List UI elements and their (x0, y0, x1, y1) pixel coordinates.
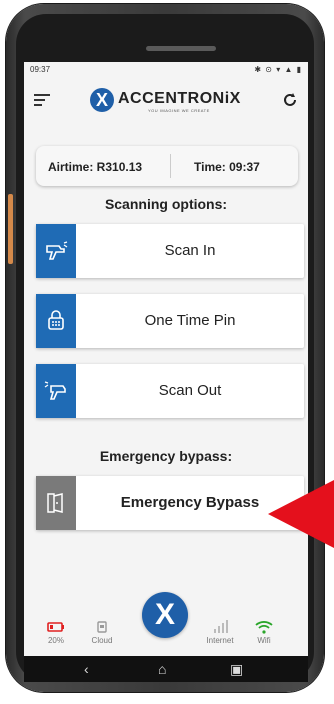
emergency-bypass-button[interactable]: Emergency Bypass (36, 476, 304, 530)
airtime-value: Airtime: R310.13 (48, 160, 143, 174)
wifi-label: Wifi (257, 636, 271, 645)
home-fab-button[interactable]: X (142, 592, 188, 638)
internet-label: Internet (206, 636, 234, 645)
brand-tagline: YOU IMAGINE WE CREATE (148, 108, 210, 113)
cloud-label: Cloud (91, 636, 113, 645)
scanner-out-icon (36, 364, 76, 418)
brand-name: ACCENTRONiX (118, 90, 241, 107)
scan-in-button[interactable]: Scan In (36, 224, 304, 278)
status-time: 09:37 (30, 65, 51, 74)
status-icons: ✱ ⊙ ▾ ▲ ▮ (254, 65, 302, 74)
system-nav-bar: ‹ ⌂ ▣ (24, 656, 308, 682)
keypad-lock-icon (36, 294, 76, 348)
recents-icon[interactable]: ▣ (230, 661, 243, 678)
scan-in-label: Scan In (164, 242, 216, 259)
battery-status: 20% (36, 620, 76, 645)
brand-logo: X ACCENTRONiX YOU IMAGINE WE CREATE (90, 88, 250, 114)
menu-icon[interactable] (34, 94, 50, 106)
time-value: Time: 09:37 (194, 160, 260, 174)
scan-out-button[interactable]: Scan Out (36, 364, 304, 418)
refresh-icon[interactable] (282, 92, 298, 108)
battery-label: 20% (47, 636, 64, 645)
battery-icon (47, 622, 64, 632)
one-time-pin-label: One Time Pin (144, 312, 236, 329)
wifi-icon (255, 621, 273, 634)
door-open-icon (36, 476, 76, 530)
cloud-status: Cloud (82, 620, 122, 645)
cloud-icon (97, 621, 107, 633)
earpiece-speaker (146, 46, 216, 51)
side-button (8, 194, 13, 264)
home-icon[interactable]: ⌂ (158, 661, 166, 677)
wifi-status: Wifi (244, 620, 284, 645)
scanning-options-title: Scanning options: (104, 196, 228, 212)
scan-out-label: Scan Out (158, 382, 222, 399)
back-icon[interactable]: ‹ (84, 661, 89, 677)
app-screen: 09:37 ✱ ⊙ ▾ ▲ ▮ X ACCENTRONiX YOU IMAGIN… (24, 62, 308, 682)
one-time-pin-button[interactable]: One Time Pin (36, 294, 304, 348)
app-bar: X ACCENTRONiX YOU IMAGINE WE CREATE (24, 80, 308, 120)
info-card: Airtime: R310.13 Time: 09:37 (36, 146, 298, 186)
info-divider (170, 154, 171, 178)
red-pointer-arrow (268, 480, 334, 548)
scanner-in-icon (36, 224, 76, 278)
brand-mark: X (90, 88, 114, 112)
emergency-bypass-title: Emergency bypass: (99, 448, 233, 464)
status-bar: 09:37 ✱ ⊙ ▾ ▲ ▮ (24, 62, 308, 76)
internet-status: Internet (200, 620, 240, 645)
signal-icon (214, 620, 228, 633)
